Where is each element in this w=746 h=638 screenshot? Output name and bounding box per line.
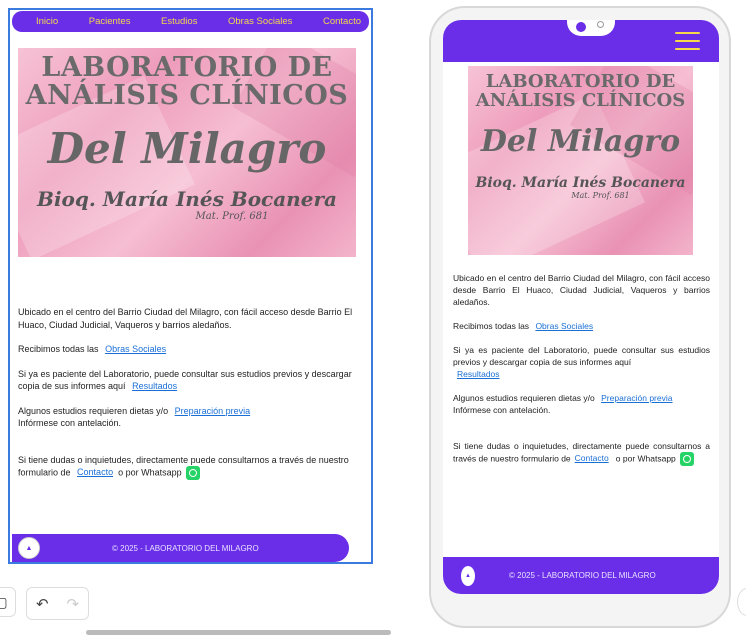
hamburger-menu-icon[interactable] bbox=[675, 32, 700, 50]
banner-title-line2: ANÁLISIS CLÍNICOS bbox=[25, 80, 349, 111]
contact-paragraph: Si tiene dudas o inquietudes, directamen… bbox=[18, 454, 369, 480]
nav-item-estudios[interactable]: Estudios bbox=[161, 16, 197, 27]
banner-license: Mat. Prof. 681 bbox=[195, 211, 269, 222]
whatsapp-icon[interactable] bbox=[186, 466, 201, 480]
obras-sociales-link[interactable]: Obras Sociales bbox=[105, 344, 166, 354]
editor-canvas: Inicio Pacientes Estudios Obras Sociales… bbox=[0, 0, 746, 638]
intro-paragraph: Ubicado en el centro del Barrio Ciudad d… bbox=[453, 273, 710, 307]
banner-name: Del Milagro bbox=[47, 124, 327, 173]
obras-text: Recibimos todas las bbox=[18, 344, 99, 354]
hero-banner: LABORATORIO DE ANÁLISIS CLÍNICOS Del Mil… bbox=[18, 48, 356, 257]
banner-title-line1: LABORATORIO DE bbox=[485, 71, 676, 92]
sensor-icon bbox=[597, 21, 604, 28]
prep-text: Algunos estudios requieren dietas y/o bbox=[18, 405, 169, 416]
intro-paragraph: Ubicado en el centro del Barrio Ciudad d… bbox=[18, 307, 353, 330]
contact-tail: o por Whatsapp bbox=[615, 453, 676, 464]
banner-license: Mat. Prof. 681 bbox=[571, 191, 630, 200]
redo-icon[interactable]: ↷ bbox=[66, 595, 79, 613]
resultados-text: Si ya es paciente del Laboratorio, puede… bbox=[453, 345, 710, 367]
footer-copyright: © 2025 - LABORATORIO DEL MILAGRO bbox=[509, 571, 656, 580]
banner-doctor: Bioq. María Inés Bocanera bbox=[37, 187, 337, 211]
frame-icon: ▢ bbox=[0, 593, 8, 610]
banner-title-line1: LABORATORIO DE bbox=[41, 52, 333, 83]
resultados-link[interactable]: Resultados bbox=[457, 369, 500, 379]
prep-note: Infórmese con antelación. bbox=[18, 418, 122, 428]
nav-item-contacto[interactable]: Contacto bbox=[323, 16, 361, 27]
prep-paragraph: Algunos estudios requieren dietas y/o Pr… bbox=[18, 405, 369, 430]
desktop-preview[interactable]: Inicio Pacientes Estudios Obras Sociales… bbox=[8, 8, 373, 564]
contact-tail: o por Whatsapp bbox=[118, 467, 182, 478]
frame-button[interactable]: ▢ bbox=[0, 587, 16, 617]
side-button[interactable] bbox=[737, 588, 746, 616]
contacto-link[interactable]: Contacto bbox=[575, 453, 609, 463]
mobile-hero-banner: LABORATORIO DE ANÁLISIS CLÍNICOS Del Mil… bbox=[468, 66, 693, 255]
obras-paragraph: Recibimos todas las Obras Sociales bbox=[18, 343, 369, 356]
lab-logo-icon: ▲ bbox=[461, 565, 475, 586]
banner-doctor: Bioq. María Inés Bocanera bbox=[475, 175, 686, 191]
prep-text: Algunos estudios requieren dietas y/o bbox=[453, 393, 595, 403]
footer-copyright: © 2025 - LABORATORIO DEL MILAGRO bbox=[112, 543, 259, 553]
nav-item-pacientes[interactable]: Pacientes bbox=[89, 16, 131, 27]
mobile-footer: ▲ © 2025 - LABORATORIO DEL MILAGRO bbox=[443, 557, 719, 594]
mobile-main-content: Ubicado en el centro del Barrio Ciudad d… bbox=[453, 272, 710, 478]
lab-logo-icon: ▲ bbox=[18, 537, 40, 559]
phone-notch bbox=[567, 20, 615, 36]
contact-text: Si tiene dudas o inquietudes, directamen… bbox=[18, 454, 349, 478]
preparacion-link[interactable]: Preparación previa bbox=[175, 406, 251, 416]
prep-note: Infórmese con antelación. bbox=[453, 405, 551, 415]
footer: ▲ © 2025 - LABORATORIO DEL MILAGRO bbox=[12, 534, 349, 562]
camera-icon bbox=[576, 22, 586, 32]
obras-sociales-link[interactable]: Obras Sociales bbox=[535, 321, 593, 331]
whatsapp-icon[interactable] bbox=[680, 452, 695, 466]
resultados-paragraph: Si ya es paciente del Laboratorio, puede… bbox=[453, 344, 710, 380]
banner-title-line2: ANÁLISIS CLÍNICOS bbox=[475, 90, 686, 111]
horizontal-scrollbar[interactable] bbox=[86, 630, 391, 635]
nav-item-inicio[interactable]: Inicio bbox=[36, 16, 58, 27]
contact-paragraph: Si tiene dudas o inquietudes, directamen… bbox=[453, 440, 710, 466]
resultados-link[interactable]: Resultados bbox=[132, 381, 177, 391]
resultados-text: Si ya es paciente del Laboratorio, puede… bbox=[18, 368, 352, 392]
obras-paragraph: Recibimos todas las Obras Sociales bbox=[453, 320, 710, 332]
preparacion-link[interactable]: Preparación previa bbox=[601, 393, 672, 403]
obras-text: Recibimos todas las bbox=[453, 321, 530, 331]
mobile-screen: LABORATORIO DE ANÁLISIS CLÍNICOS Del Mil… bbox=[443, 20, 719, 594]
undo-icon[interactable]: ↶ bbox=[36, 595, 49, 613]
history-controls: ↶ ↷ bbox=[26, 587, 89, 620]
mobile-preview[interactable]: LABORATORIO DE ANÁLISIS CLÍNICOS Del Mil… bbox=[429, 6, 731, 628]
top-nav: Inicio Pacientes Estudios Obras Sociales… bbox=[12, 11, 369, 32]
banner-name: Del Milagro bbox=[480, 124, 681, 159]
resultados-paragraph: Si ya es paciente del Laboratorio, puede… bbox=[18, 368, 369, 393]
mobile-header bbox=[443, 20, 719, 62]
nav-item-obras-sociales[interactable]: Obras Sociales bbox=[228, 16, 292, 27]
contacto-link[interactable]: Contacto bbox=[77, 467, 113, 477]
prep-paragraph: Algunos estudios requieren dietas y/o Pr… bbox=[453, 392, 710, 416]
main-content: Ubicado en el centro del Barrio Ciudad d… bbox=[18, 306, 369, 492]
